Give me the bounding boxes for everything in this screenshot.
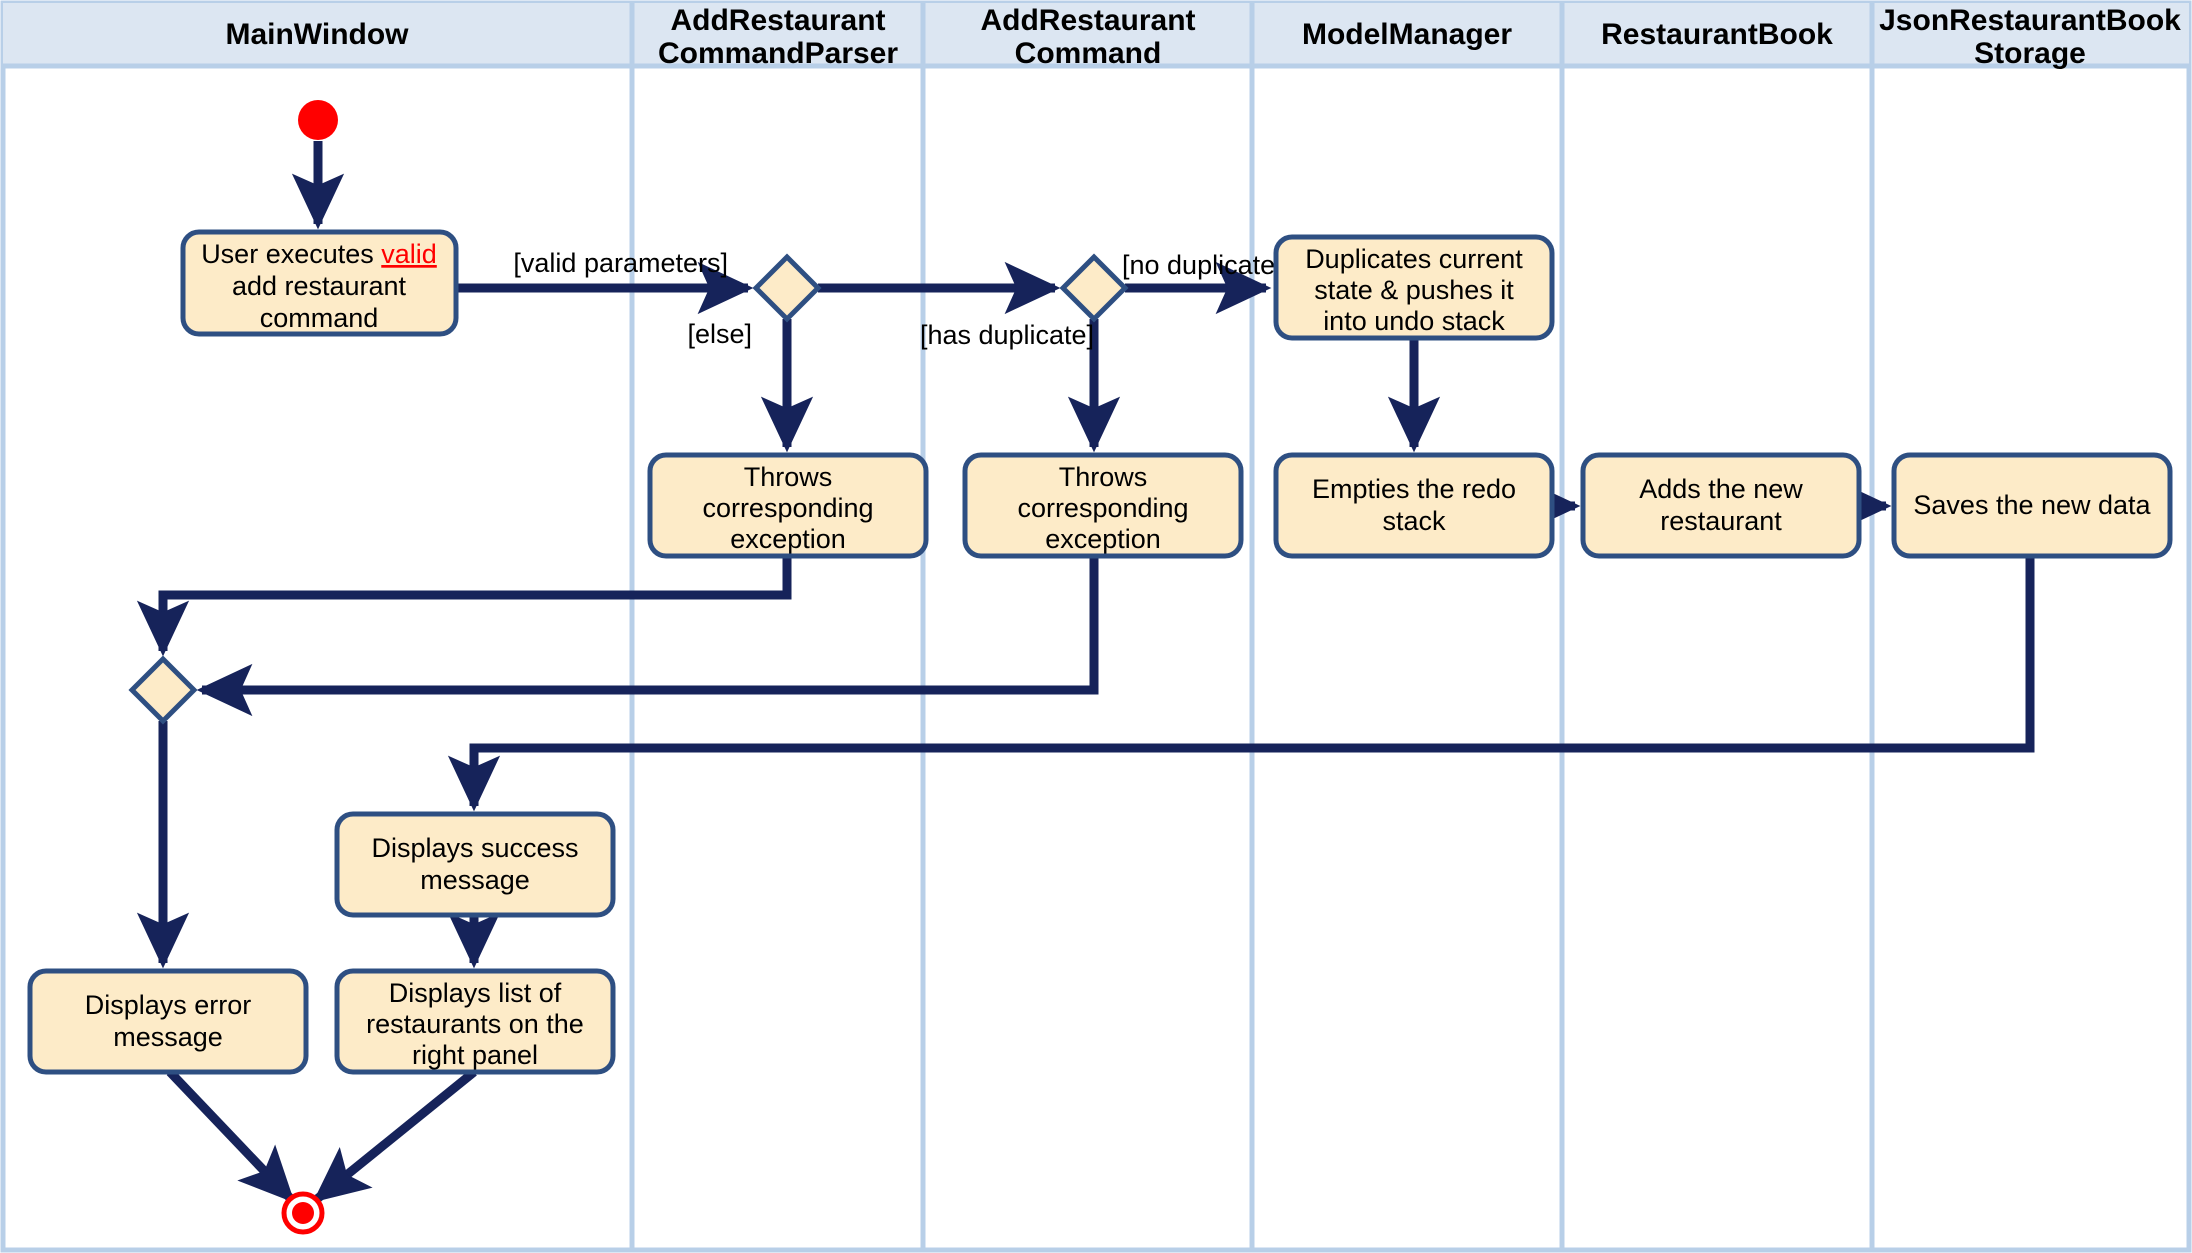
activity-displays-list-of-restaurants-right-panel: Displays list of restaurants on the righ… xyxy=(334,968,616,1075)
activity-label-displays-success-line1: Displays success xyxy=(371,833,578,863)
activity-label-duplicates-state-line1: Duplicates current xyxy=(1305,244,1523,274)
lane-header-label-addrestaurantcommandparser-line1: AddRestaurant xyxy=(670,4,885,37)
activity-label-empties-redo-line1: Empties the redo xyxy=(1312,474,1516,504)
activity-label-user-executes-line2: add restaurant xyxy=(232,271,407,301)
guard-label-valid-parameters: [valid parameters] xyxy=(513,248,728,278)
activity-label-duplicates-state-line2: state & pushes it xyxy=(1314,275,1514,305)
activity-label-throws-parser-line2: corresponding xyxy=(702,493,873,523)
activity-label-displays-error-line1: Displays error xyxy=(85,990,252,1020)
lane-header-addrestaurantcommandparser: AddRestaurant CommandParser xyxy=(658,4,898,70)
activity-diagram-canvas: MainWindow AddRestaurant CommandParser A… xyxy=(0,0,2192,1253)
activity-label-throws-command-line3: exception xyxy=(1045,524,1161,554)
activity-label-adds-restaurant-line2: restaurant xyxy=(1660,506,1782,536)
activity-adds-the-new-restaurant: Adds the new restaurant xyxy=(1580,452,1862,559)
end-node xyxy=(281,1191,325,1235)
lane-header-label-restaurantbook: RestaurantBook xyxy=(1601,18,1833,51)
activity-displays-success-message: Displays success message xyxy=(334,811,616,918)
activity-label-user-executes-line1: User executes valid xyxy=(201,239,437,269)
activity-label-displays-success-line2: message xyxy=(420,865,530,895)
activity-label-throws-command-line1: Throws xyxy=(1059,462,1148,492)
activity-throws-corresponding-exception-parser: Throws corresponding exception xyxy=(647,452,929,559)
activity-label-duplicates-state-line3: into undo stack xyxy=(1323,306,1505,336)
activity-label-user-executes-line3: command xyxy=(260,303,379,333)
guard-label-has-duplicate: [has duplicate] xyxy=(920,320,1094,350)
activity-throws-corresponding-exception-command: Throws corresponding exception xyxy=(962,452,1244,559)
lane-header-modelmanager: ModelManager xyxy=(1302,18,1512,51)
activity-label-user-executes-prefix: User executes xyxy=(201,239,381,269)
activity-duplicates-current-state-pushes-undo-stack: Duplicates current state & pushes it int… xyxy=(1273,234,1555,341)
lane-header-label-addrestaurantcommandparser-line2: CommandParser xyxy=(658,37,898,70)
guard-label-no-duplicate: [no duplicate] xyxy=(1122,250,1283,280)
activity-label-displays-error-line2: message xyxy=(113,1022,223,1052)
activity-label-displays-list-line1: Displays list of xyxy=(389,978,562,1008)
activity-label-throws-parser-line3: exception xyxy=(730,524,846,554)
activity-saves-the-new-data: Saves the new data xyxy=(1891,452,2173,559)
activity-label-adds-restaurant-line1: Adds the new xyxy=(1639,474,1803,504)
lane-header-label-jsonrestaurantbookstorage-line2: Storage xyxy=(1974,37,2086,70)
lane-header-restaurantbook: RestaurantBook xyxy=(1601,18,1833,51)
uml-activity-diagram: MainWindow AddRestaurant CommandParser A… xyxy=(0,0,2192,1253)
activity-empties-the-redo-stack: Empties the redo stack xyxy=(1273,452,1555,559)
guard-label-else: [else] xyxy=(687,319,752,349)
lane-header-label-modelmanager: ModelManager xyxy=(1302,18,1512,51)
activity-label-displays-list-line2: restaurants on the xyxy=(366,1009,584,1039)
lane-header-label-addrestaurantcommand-line1: AddRestaurant xyxy=(980,4,1195,37)
activity-user-executes-valid-add-restaurant-command: User executes valid add restaurant comma… xyxy=(180,229,459,337)
activity-label-saves-data-line1: Saves the new data xyxy=(1913,490,2151,520)
activity-label-throws-parser-line1: Throws xyxy=(744,462,833,492)
lane-header-label-jsonrestaurantbookstorage-line1: JsonRestaurantBook xyxy=(1879,4,2181,37)
activity-label-empties-redo-line2: stack xyxy=(1382,506,1446,536)
lane-header-mainwindow: MainWindow xyxy=(225,18,409,51)
activity-displays-error-message: Displays error message xyxy=(27,968,309,1075)
end-node-inner-dot xyxy=(292,1202,314,1224)
activity-label-throws-command-line2: corresponding xyxy=(1017,493,1188,523)
start-node-circle xyxy=(298,100,338,140)
activity-label-displays-list-line3: right panel xyxy=(412,1040,538,1070)
lane-header-label-addrestaurantcommand-line2: Command xyxy=(1015,37,1162,70)
start-node xyxy=(298,100,338,140)
activity-label-user-executes-highlight: valid xyxy=(381,239,437,269)
lane-header-label-mainwindow: MainWindow xyxy=(225,18,409,51)
